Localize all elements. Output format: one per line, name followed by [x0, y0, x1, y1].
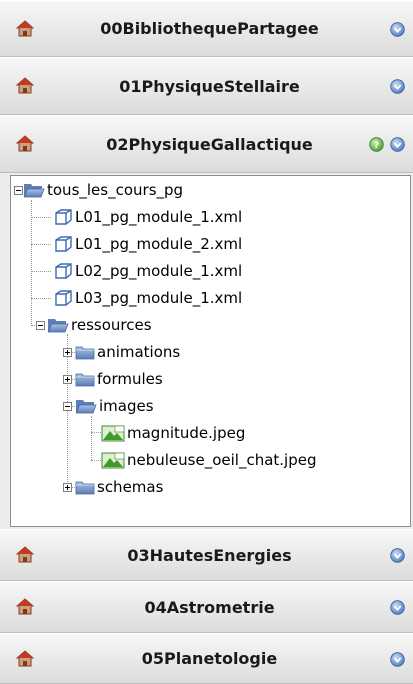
- tree-line: [31, 200, 32, 326]
- expand-toggle[interactable]: [63, 483, 72, 492]
- tree-node-root[interactable]: tous_les_cours_pg: [23, 177, 183, 203]
- tree-line: [67, 334, 68, 488]
- expand-toggle[interactable]: [63, 375, 72, 384]
- tree-line: [31, 271, 51, 272]
- node-label: L01_pg_module_1.xml: [75, 208, 243, 226]
- folder-icon: [75, 479, 95, 495]
- chevron-down-icon[interactable]: [390, 137, 405, 152]
- tree-node-ressources[interactable]: ressources: [47, 312, 152, 338]
- jpeg-file-icon: [101, 424, 125, 442]
- tree-node-formules[interactable]: formules: [75, 366, 163, 392]
- node-label: L03_pg_module_1.xml: [75, 289, 243, 307]
- node-label: magnitude.jpeg: [127, 424, 246, 442]
- panel-title: 03HautesEnergies: [127, 545, 292, 565]
- panel-title: 01PhysiqueStellaire: [119, 76, 300, 96]
- tree-node-images[interactable]: images: [75, 393, 154, 419]
- tree-node-animations[interactable]: animations: [75, 339, 180, 365]
- tree-line: [31, 298, 51, 299]
- panel-00bibliothequepartagee[interactable]: 00BibliothequePartagee: [0, 0, 413, 57]
- tree-node-image-file[interactable]: magnitude.jpeg: [101, 420, 245, 446]
- panel-05planetologie[interactable]: 05Planetologie: [0, 633, 413, 684]
- node-label: nebuleuse_oeil_chat.jpeg: [127, 451, 317, 469]
- chevron-down-icon[interactable]: [390, 22, 405, 37]
- xml-file-icon: [53, 289, 73, 307]
- chevron-down-icon[interactable]: [390, 79, 405, 94]
- tree-node-image-file[interactable]: nebuleuse_oeil_chat.jpeg: [101, 447, 317, 473]
- chevron-down-icon[interactable]: [390, 548, 405, 563]
- chevron-down-icon[interactable]: [390, 600, 405, 615]
- folder-icon: [75, 344, 95, 360]
- panel-title: 02PhysiqueGallactique: [106, 134, 313, 154]
- collapse-toggle[interactable]: [36, 321, 45, 330]
- panel-04astrometrie[interactable]: 04Astrometrie: [0, 581, 413, 633]
- node-label: tous_les_cours_pg: [47, 181, 184, 199]
- tree-line: [91, 432, 101, 433]
- jpeg-file-icon: [101, 451, 125, 469]
- help-icon[interactable]: [369, 137, 384, 152]
- panel-title: 05Planetologie: [141, 649, 278, 668]
- folder-open-icon: [75, 398, 97, 414]
- tree-node-file[interactable]: L01_pg_module_1.xml: [53, 204, 242, 230]
- tree-node-file[interactable]: L01_pg_module_2.xml: [53, 231, 242, 257]
- collapse-toggle[interactable]: [14, 186, 23, 195]
- tree-line: [31, 244, 51, 245]
- expand-toggle[interactable]: [63, 348, 72, 357]
- node-label: formules: [97, 370, 163, 388]
- node-label: animations: [97, 343, 181, 361]
- folder-icon: [75, 371, 95, 387]
- panel-title: 00BibliothequePartagee: [100, 19, 319, 38]
- folder-open-icon: [23, 182, 45, 198]
- panel-02physiquegallactique[interactable]: 02PhysiqueGallactique: [0, 115, 413, 173]
- tree-node-file[interactable]: L03_pg_module_1.xml: [53, 285, 242, 311]
- xml-file-icon: [53, 262, 73, 280]
- file-tree[interactable]: tous_les_cours_pg L01_pg_module_1.xml L0…: [10, 175, 411, 527]
- chevron-down-icon[interactable]: [390, 652, 405, 667]
- panel-title: 04Astrometrie: [144, 597, 275, 617]
- panel-03hautesenergies[interactable]: 03HautesEnergies: [0, 529, 413, 581]
- tree-line: [31, 217, 51, 218]
- collapse-toggle[interactable]: [63, 402, 72, 411]
- tree-node-file[interactable]: L02_pg_module_1.xml: [53, 258, 242, 284]
- tree-line: [91, 416, 92, 460]
- node-label: ressources: [71, 316, 152, 334]
- xml-file-icon: [53, 235, 73, 253]
- panel-01physiquestellaire[interactable]: 01PhysiqueStellaire: [0, 57, 413, 115]
- node-label: images: [99, 397, 154, 415]
- tree-node-schemas[interactable]: schemas: [75, 474, 163, 500]
- node-label: schemas: [97, 478, 164, 496]
- node-label: L02_pg_module_1.xml: [75, 262, 243, 280]
- folder-open-icon: [47, 317, 69, 333]
- tree-line: [91, 460, 101, 461]
- node-label: L01_pg_module_2.xml: [75, 235, 243, 253]
- xml-file-icon: [53, 208, 73, 226]
